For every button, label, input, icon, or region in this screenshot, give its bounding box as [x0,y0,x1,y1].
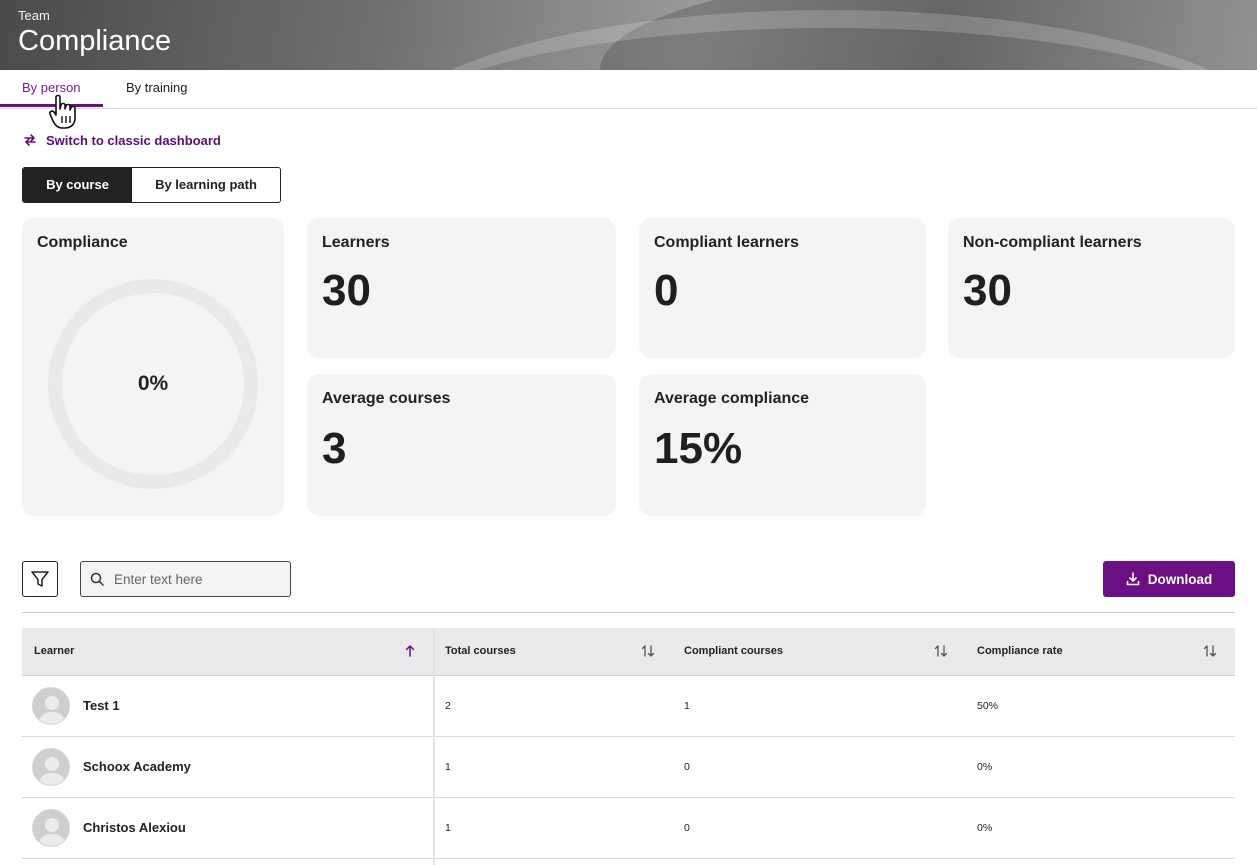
column-header-learner[interactable]: Learner [34,628,74,676]
tab-by-training[interactable]: By training [126,70,187,107]
compliant-courses-cell: 1 [684,700,690,712]
card-label: Learners [322,234,390,251]
avatar [32,748,70,786]
download-button[interactable]: Download [1103,561,1235,597]
filter-icon [31,571,49,587]
column-header-compliant-courses[interactable]: Compliant courses [684,628,783,676]
compliance-rate-cell: 0% [977,822,993,834]
default-user-avatar-icon [33,749,69,785]
table-header-row: Learner Total courses Compliant courses … [22,628,1235,676]
total-courses-cell: 2 [445,700,451,712]
toggle-by-learning-path[interactable]: By learning path [132,168,280,202]
card-label: Compliant learners [654,234,799,251]
learners-table: Learner Total courses Compliant courses … [22,628,1235,865]
card-label: Average courses [322,390,451,407]
learner-name[interactable]: Test 1 [83,676,120,735]
card-value: 30 [963,266,1012,315]
compliance-rate-cell: 50% [977,700,999,712]
card-value: 30 [322,266,371,315]
tab-bar: By person By training [0,70,1257,109]
compliance-card: Compliance 0% [22,218,284,516]
compliant-courses-cell: 0 [684,761,690,773]
learner-name[interactable]: Schoox Academy [83,737,191,796]
average-compliance-card: Average compliance 15% [639,374,926,516]
switch-link-label: Switch to classic dashboard [46,132,221,148]
page-title: Compliance [18,25,172,57]
non-compliant-learners-card: Non-compliant learners 30 [948,218,1235,358]
sort-icon[interactable] [1203,644,1217,658]
table-row[interactable]: Test 1 2 1 50% [22,676,1235,737]
search-input[interactable] [114,571,274,587]
download-label: Download [1147,571,1213,587]
hand-pointer-cursor-icon [49,94,76,129]
learner-name[interactable]: Christos Alexiou [83,798,186,857]
search-icon [90,572,104,586]
compliance-percentage: 0% [137,372,169,395]
page-header-banner: Team Compliance [0,0,1257,70]
column-header-compliance-rate[interactable]: Compliance rate [977,628,1063,676]
toggle-by-course[interactable]: By course [23,168,132,202]
table-row[interactable]: Schoox Academy 1 0 0% [22,737,1235,798]
search-box [80,561,291,597]
card-value: 15% [654,424,743,473]
page-overline: Team [18,8,50,23]
download-icon [1126,572,1140,586]
avatar [32,687,70,725]
sort-icon[interactable] [934,644,948,658]
card-label: Non-compliant learners [963,234,1142,251]
table-row[interactable]: Christos Alexiou 1 0 0% [22,798,1235,859]
column-divider[interactable] [433,628,435,865]
sort-icon[interactable] [641,644,655,658]
compliant-learners-card: Compliant learners 0 [639,218,926,358]
swap-arrows-icon [24,134,36,146]
compliance-rate-cell: 0% [977,761,993,773]
average-courses-card: Average courses 3 [307,374,616,516]
sort-ascending-icon[interactable] [403,644,417,658]
default-user-avatar-icon [33,688,69,724]
total-courses-cell: 1 [445,822,451,834]
card-value: 0 [654,266,679,315]
total-courses-cell: 1 [445,761,451,773]
card-value: 3 [322,424,347,473]
learners-card: Learners 30 [307,218,616,358]
section-divider [22,612,1235,613]
column-header-total-courses[interactable]: Total courses [445,628,516,676]
card-label: Average compliance [654,390,810,407]
view-toggle: By course By learning path [22,167,281,203]
avatar [32,809,70,847]
switch-to-classic-dashboard-link[interactable]: Switch to classic dashboard [22,132,221,148]
filter-button[interactable] [22,561,58,597]
default-user-avatar-icon [33,810,69,846]
compliant-courses-cell: 0 [684,822,690,834]
card-label: Compliance [37,234,128,251]
